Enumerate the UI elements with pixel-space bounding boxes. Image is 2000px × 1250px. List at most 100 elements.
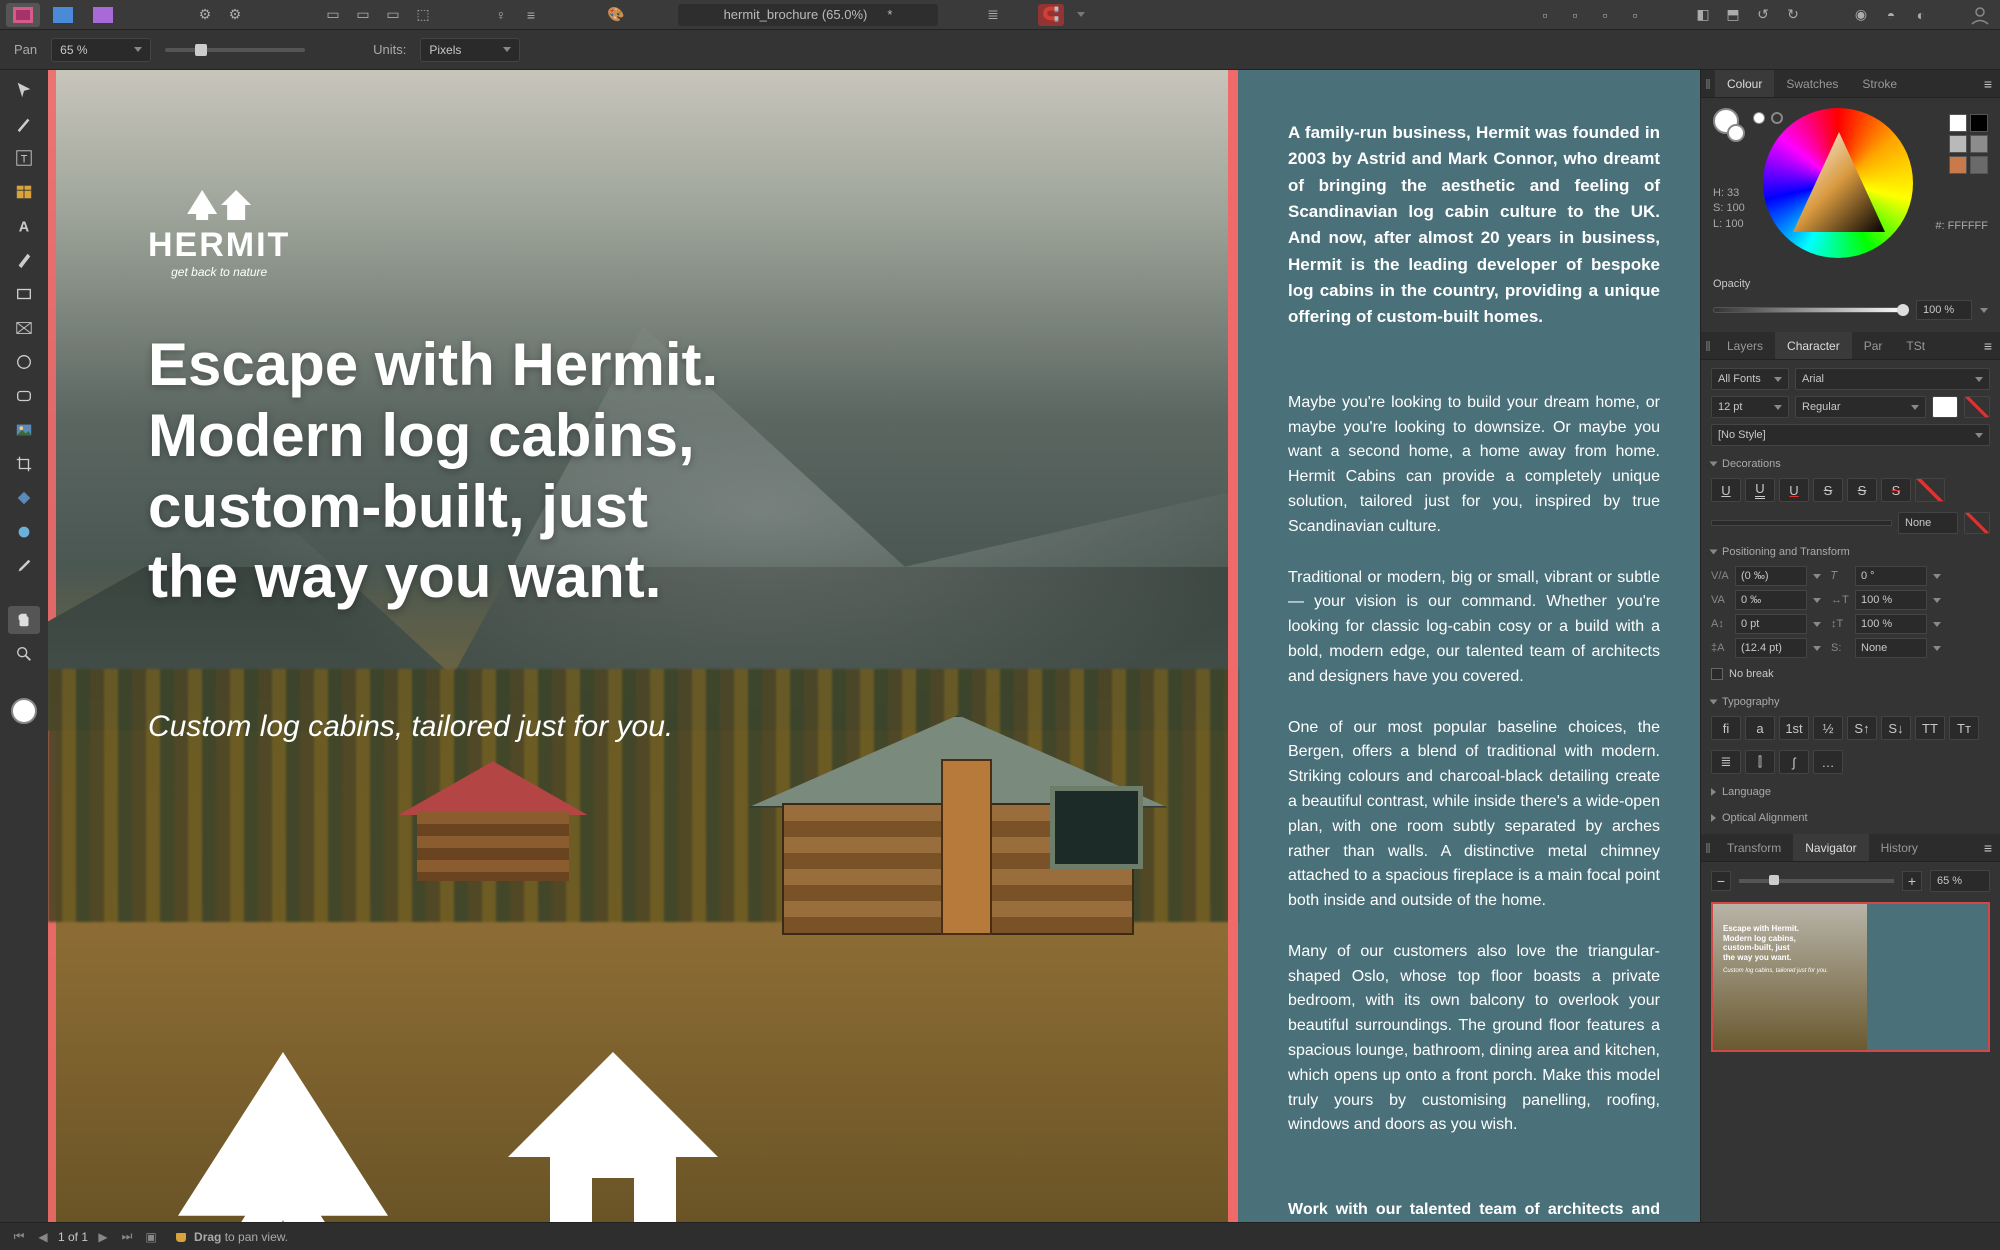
tab-character[interactable]: Character: [1775, 332, 1852, 359]
superscript-btn[interactable]: S↑: [1847, 716, 1877, 740]
flip-vertical-icon[interactable]: ⬒: [1720, 4, 1746, 26]
strike-colour-btn[interactable]: S: [1881, 478, 1911, 502]
document-setup-icon[interactable]: ⚙: [192, 4, 218, 26]
persona-publisher[interactable]: [6, 3, 40, 27]
rectangle-tool[interactable]: [8, 280, 40, 308]
flip-horizontal-icon[interactable]: ◧: [1690, 4, 1716, 26]
typo-extra-2[interactable]: ⫿: [1745, 750, 1775, 774]
transparency-tool[interactable]: [8, 518, 40, 546]
strike-btn[interactable]: S: [1813, 478, 1843, 502]
no-break-checkbox[interactable]: [1711, 668, 1723, 680]
leading-field[interactable]: (12.4 pt): [1735, 638, 1807, 658]
move-back-icon[interactable]: ▫: [1532, 4, 1558, 26]
alternates-btn[interactable]: a: [1745, 716, 1775, 740]
ligatures-btn[interactable]: fi: [1711, 716, 1741, 740]
font-no-fill-icon[interactable]: [1964, 396, 1990, 418]
move-tool[interactable]: [8, 76, 40, 104]
quickfx-icon[interactable]: 🎨: [596, 4, 636, 26]
intersect-op-icon[interactable]: ◐: [1908, 4, 1934, 26]
units-select[interactable]: Pixels: [420, 38, 520, 62]
fractions-btn[interactable]: ½: [1813, 716, 1843, 740]
swatch[interactable]: [1949, 114, 1967, 132]
text-style-select[interactable]: [No Style]: [1711, 424, 1990, 446]
zoom-out-btn[interactable]: −: [1711, 871, 1731, 891]
move-backward-icon[interactable]: ▫: [1562, 4, 1588, 26]
tab-swatches[interactable]: Swatches: [1774, 70, 1850, 97]
prev-page-btn[interactable]: ◀: [34, 1229, 52, 1245]
font-size-field[interactable]: 12 pt: [1711, 396, 1789, 418]
font-family-select[interactable]: Arial: [1795, 368, 1990, 390]
vscale-field[interactable]: 100 %: [1855, 614, 1927, 634]
baseline-field[interactable]: 0 pt: [1735, 614, 1807, 634]
tab-colour[interactable]: Colour: [1715, 70, 1774, 97]
underline-btn[interactable]: U: [1711, 478, 1741, 502]
pen-tool[interactable]: [8, 246, 40, 274]
persona-designer[interactable]: [46, 3, 80, 27]
language-section[interactable]: Language: [1711, 780, 1990, 800]
stroke-selector-icon[interactable]: [1771, 112, 1783, 124]
panel-menu-icon[interactable]: ≡: [1976, 70, 2000, 97]
chevron-down-icon[interactable]: [1980, 308, 1988, 313]
canvas[interactable]: HERMIT get back to nature Escape with He…: [48, 70, 1700, 1222]
clip-canvas-icon[interactable]: ▭: [350, 4, 376, 26]
zoom-select[interactable]: 65 %: [51, 38, 151, 62]
subtract-op-icon[interactable]: ◓: [1878, 4, 1904, 26]
font-style-select[interactable]: Regular: [1795, 396, 1926, 418]
move-front-icon[interactable]: ▫: [1622, 4, 1648, 26]
rotate-ccw-icon[interactable]: ↺: [1750, 4, 1776, 26]
nav-zoom-slider[interactable]: [1739, 879, 1894, 883]
typo-extra-3[interactable]: ʃ: [1779, 750, 1809, 774]
position-field[interactable]: None: [1855, 638, 1927, 658]
underline-colour-btn[interactable]: U: [1779, 478, 1809, 502]
font-collection-select[interactable]: All Fonts: [1711, 368, 1789, 390]
preferences-icon[interactable]: ⚙: [222, 4, 248, 26]
smallcaps-btn[interactable]: Tᴛ: [1949, 716, 1979, 740]
tab-navigator[interactable]: Navigator: [1793, 834, 1868, 861]
allcaps-btn[interactable]: TT: [1915, 716, 1945, 740]
nav-zoom-field[interactable]: 65 %: [1930, 870, 1990, 892]
swatch[interactable]: [1949, 135, 1967, 153]
preflight-icon[interactable]: ≡: [518, 4, 544, 26]
shear-field[interactable]: 0 °: [1855, 566, 1927, 586]
tab-paragraph[interactable]: Par: [1852, 332, 1895, 359]
tab-text-styles[interactable]: TSt: [1894, 332, 1937, 359]
ellipse-tool[interactable]: [8, 348, 40, 376]
zoom-slider[interactable]: [165, 48, 305, 52]
tab-stroke[interactable]: Stroke: [1850, 70, 1909, 97]
preview-mode-icon[interactable]: ▭: [320, 4, 346, 26]
toggle-preflight-icon[interactable]: ♀: [488, 4, 514, 26]
typo-more-btn[interactable]: …: [1813, 750, 1843, 774]
snapping-options-icon[interactable]: [1068, 4, 1094, 26]
tab-history[interactable]: History: [1869, 834, 1930, 861]
opacity-slider[interactable]: [1713, 307, 1908, 313]
fill-tool[interactable]: [8, 484, 40, 512]
typography-section[interactable]: Typography: [1711, 690, 1990, 710]
positioning-section[interactable]: Positioning and Transform: [1711, 540, 1990, 560]
double-underline-btn[interactable]: U: [1745, 478, 1775, 502]
decoration-style-select[interactable]: None: [1898, 512, 1958, 534]
colour-picker-tool[interactable]: [8, 552, 40, 580]
opacity-field[interactable]: 100 %: [1916, 300, 1972, 320]
tracking-field[interactable]: (0 ‰): [1735, 566, 1807, 586]
next-page-btn[interactable]: ▶: [94, 1229, 112, 1245]
navigator-thumbnail[interactable]: Escape with Hermit. Modern log cabins, c…: [1711, 902, 1990, 1052]
frame-text-tool[interactable]: T: [8, 144, 40, 172]
swatch[interactable]: [1970, 114, 1988, 132]
kerning-field[interactable]: 0 ‰: [1735, 590, 1807, 610]
view-tool[interactable]: [8, 606, 40, 634]
hscale-field[interactable]: 100 %: [1855, 590, 1927, 610]
preflight-status-icon[interactable]: ▣: [142, 1229, 160, 1245]
colour-swatch-foreground[interactable]: [8, 694, 40, 728]
snapping-icon[interactable]: 🧲: [1038, 4, 1064, 26]
fill-selector-icon[interactable]: [1753, 112, 1765, 124]
stroke-colour-well[interactable]: [1727, 124, 1745, 142]
persona-photo[interactable]: [86, 3, 120, 27]
first-page-btn[interactable]: ⏮: [10, 1229, 28, 1245]
deco-none-btn[interactable]: [1915, 478, 1945, 502]
last-page-btn[interactable]: ⏭: [118, 1229, 136, 1245]
zoom-tool[interactable]: [8, 640, 40, 668]
optical-section[interactable]: Optical Alignment: [1711, 806, 1990, 826]
table-tool[interactable]: [8, 178, 40, 206]
artistic-text-tool[interactable]: A: [8, 212, 40, 240]
add-op-icon[interactable]: ◉: [1848, 4, 1874, 26]
